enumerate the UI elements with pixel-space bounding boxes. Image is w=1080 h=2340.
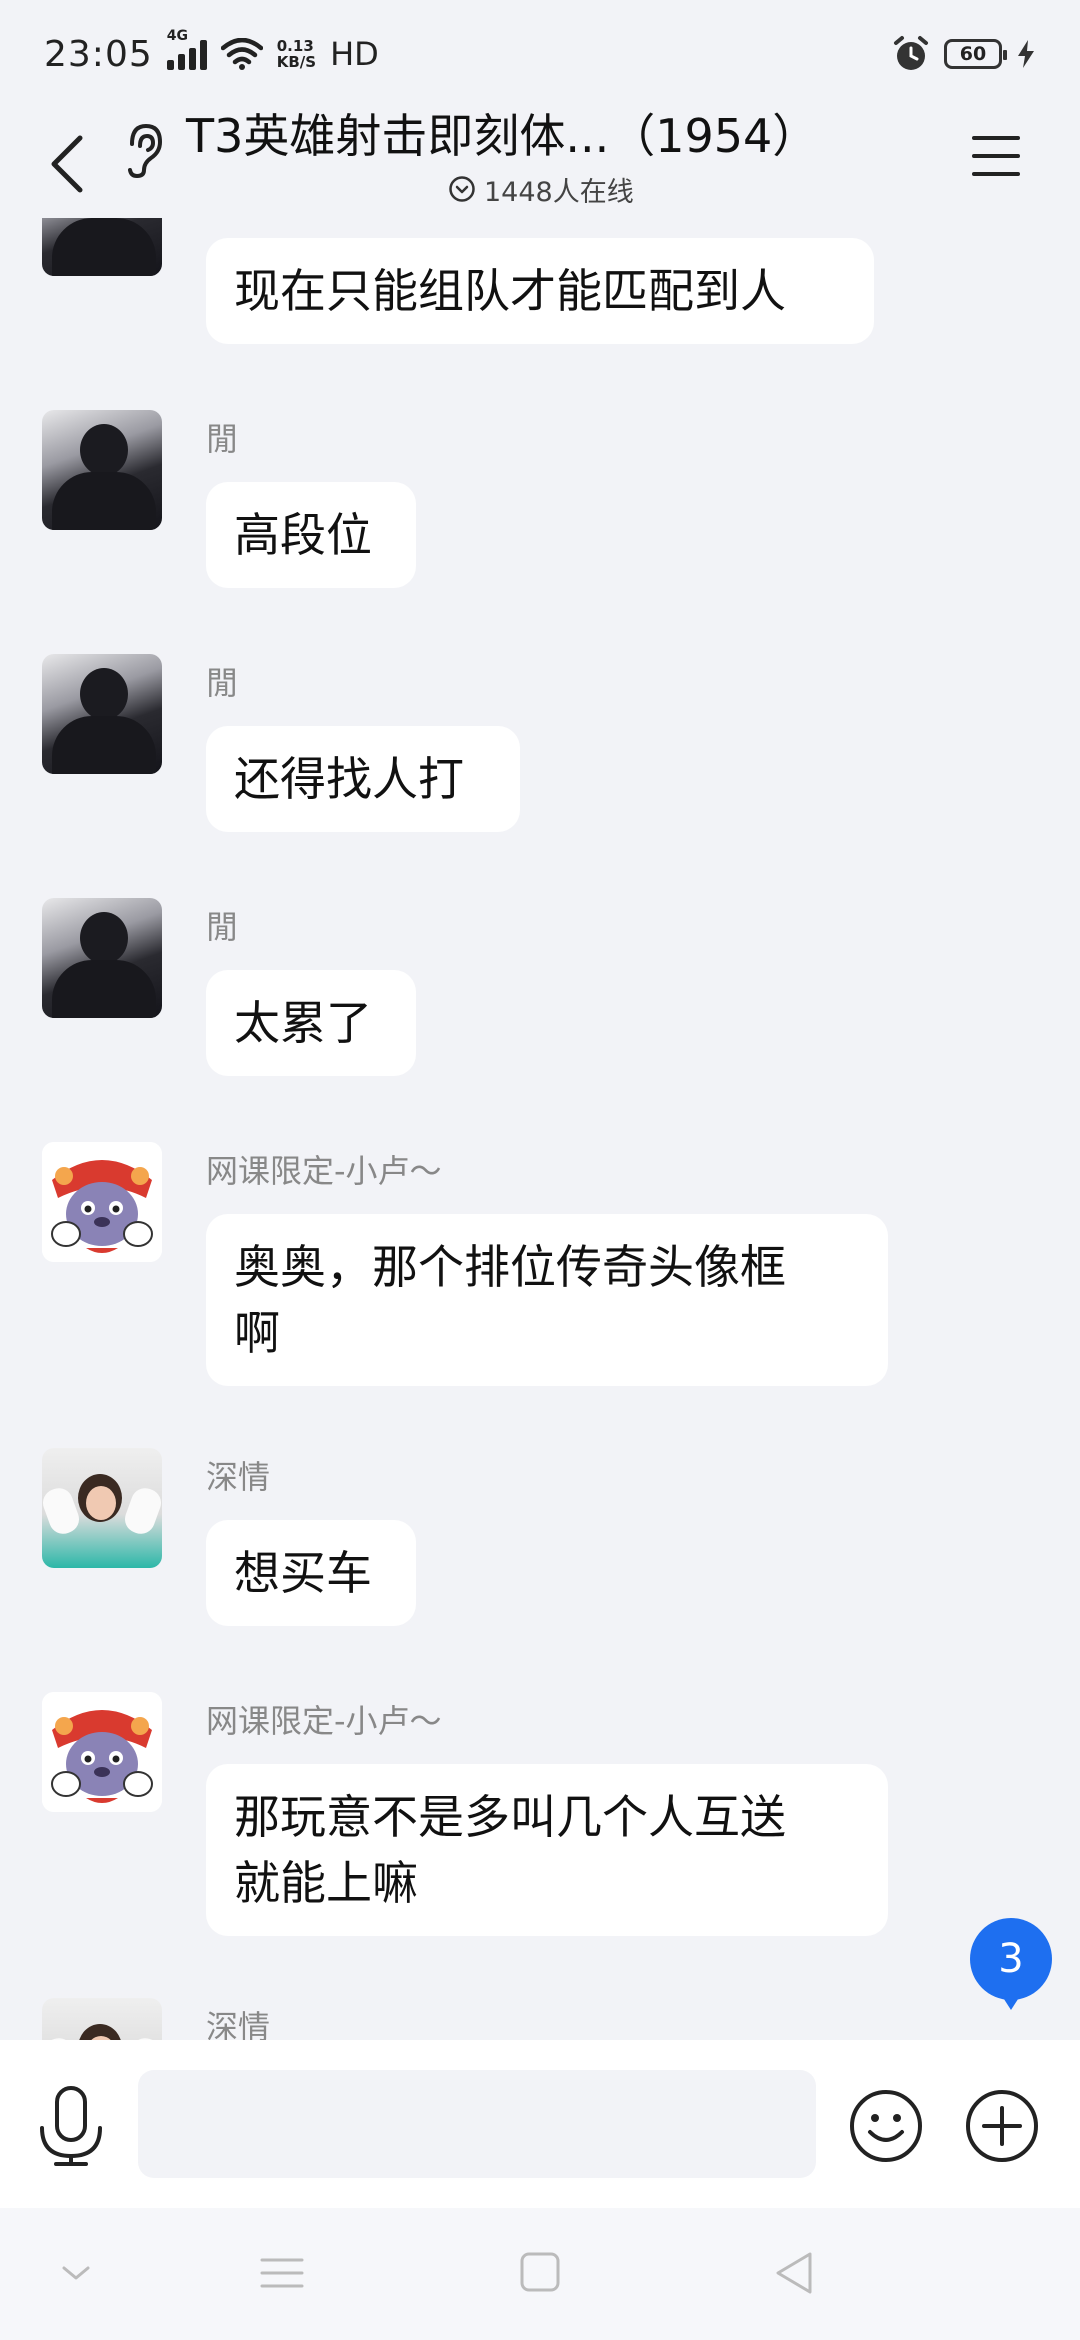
message-bubble[interactable]: 想买车 [206,1520,416,1626]
emoji-icon[interactable] [848,2088,924,2164]
avatar[interactable] [42,654,162,774]
avatar[interactable] [42,1692,162,1812]
network-type: 4G [166,28,188,44]
nav-home-icon[interactable] [512,2248,568,2298]
plus-icon[interactable] [964,2088,1040,2164]
avatar[interactable] [42,1142,162,1262]
message-line: 那玩意不是多叫几个人互送 [234,1790,786,1844]
avatar[interactable] [42,898,162,1018]
online-count: 1448人在线 [484,176,634,208]
avatar[interactable] [42,218,162,276]
sender-name: 深情 [206,2008,271,2040]
voice-icon[interactable] [36,2084,106,2166]
message-bubble[interactable]: 现在只能组队才能匹配到人 [206,238,874,344]
message-line: 奥奥，那个排位传奇头像框 [234,1240,786,1294]
message-bubble[interactable]: 奥奥，那个排位传奇头像框 啊 [206,1214,888,1386]
menu-icon[interactable] [972,136,1020,184]
lion-dance-avatar-image [42,1692,162,1812]
sender-name: 閒 [206,664,239,702]
avatar[interactable] [42,1998,162,2040]
wifi-icon [220,38,263,70]
message-bubble[interactable]: 那玩意不是多叫几个人互送 就能上嘛 [206,1764,888,1936]
nav-back-icon[interactable] [768,2248,824,2298]
system-nav-bar [0,2208,1080,2340]
speed-unit: KB/S [276,53,317,71]
status-bar: 23:05 4G 0.13 KB/S HD 60 [0,0,1080,108]
avatar[interactable] [42,1448,162,1568]
message-bubble[interactable]: 还得找人打 [206,726,520,832]
sender-name: 网课限定-小卢～ [206,1152,442,1190]
charging-icon [1018,40,1034,68]
signal-icon: 4G [166,28,207,70]
message-line: 啊 [234,1306,280,1360]
online-status: 1448人在线 [448,170,634,208]
page-title: T3英雄射击即刻体...（1954） [186,109,819,163]
online-check-icon [449,176,475,202]
sender-name: 深情 [206,1458,271,1496]
sender-name: 閒 [206,420,239,458]
message-line: 就能上嘛 [234,1856,418,1910]
chat-list[interactable]: 现在只能组队才能匹配到人 閒 高段位 閒 还得找人打 閒 太累了 网课限定-小卢… [0,218,1080,2040]
speed-value: 0.13 [276,37,314,55]
nav-menu-icon[interactable] [254,2248,310,2298]
back-arrow-icon[interactable] [44,132,92,196]
sender-name: 网课限定-小卢～ [206,1702,442,1740]
status-time: 23:05 [44,33,153,75]
message-bubble[interactable]: 太累了 [206,970,416,1076]
battery-level: 60 [959,43,987,65]
alarm-icon [894,36,928,70]
network-speed: 0.13 KB/S [277,38,316,70]
message-bubble[interactable]: 高段位 [206,482,416,588]
avatar[interactable] [42,410,162,530]
nav-down-icon[interactable] [48,2248,104,2298]
input-bar [0,2040,1080,2208]
battery-icon: 60 [944,39,1007,69]
message-input[interactable] [138,2070,816,2178]
ear-icon[interactable] [118,118,168,182]
hd-indicator: HD [330,35,379,73]
sender-name: 閒 [206,908,239,946]
unread-count-badge[interactable]: 3 [970,1918,1052,2010]
lion-dance-avatar-image [42,1142,162,1262]
chat-header: T3英雄射击即刻体...（1954） 1448人在线 [0,108,1080,218]
